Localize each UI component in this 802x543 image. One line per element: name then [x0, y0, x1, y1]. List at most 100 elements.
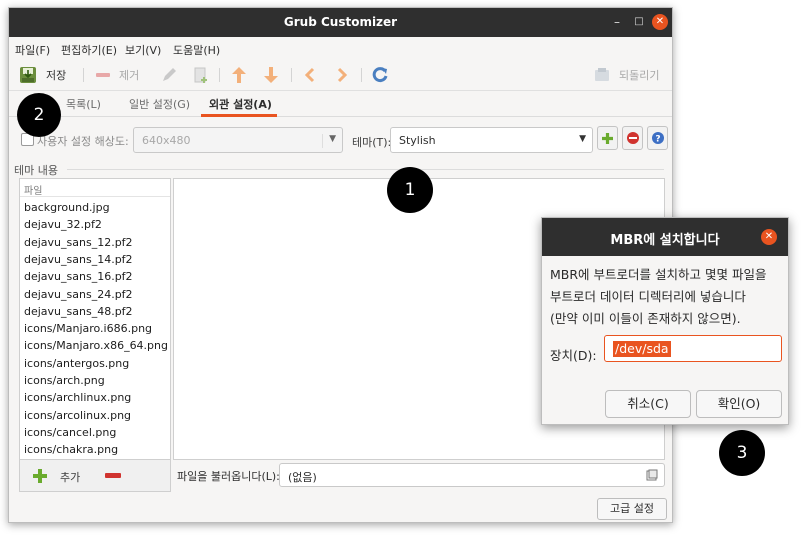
- edit-icon: [163, 68, 176, 81]
- resolution-value: 640x480: [142, 134, 191, 147]
- theme-value: Stylish: [399, 134, 436, 147]
- ok-button[interactable]: 확인(O): [696, 390, 782, 418]
- toolbar: 저장 제거 되돌리기: [9, 59, 672, 91]
- theme-file-list[interactable]: 파일 background.jpg dejavu_32.pf2 dejavu_san…: [19, 178, 171, 460]
- add-theme-button[interactable]: [597, 126, 618, 150]
- minimize-button[interactable]: –: [609, 14, 625, 30]
- left-arrow-icon: [304, 67, 315, 83]
- dialog-message-line: (만약 이미 이들이 존재하지 않으면).: [550, 311, 741, 326]
- add-file-label[interactable]: 추가: [60, 469, 80, 485]
- chevron-down-icon: ▼: [579, 134, 586, 144]
- dialog-title: MBR에 설치합니다: [610, 233, 720, 248]
- load-file-chooser[interactable]: (없음): [279, 463, 665, 487]
- chevron-down-icon: ▼: [322, 134, 336, 148]
- file-list-item[interactable]: icons/arch.png: [24, 374, 105, 387]
- save-button[interactable]: 저장: [19, 66, 66, 84]
- move-down-button[interactable]: [263, 66, 279, 84]
- advanced-settings-button[interactable]: 고급 설정: [597, 498, 667, 520]
- file-list-item[interactable]: icons/antergos.png: [24, 357, 129, 370]
- toolbar-separator: [219, 68, 220, 82]
- file-browser-icon[interactable]: [646, 469, 658, 481]
- toolbar-separator: [361, 68, 362, 82]
- callout-1: 1: [387, 167, 433, 213]
- dialog-message: MBR에 부트로더를 설치하고 몇몇 파일을 부트로더 데이터 디렉터리에 넣습…: [550, 264, 786, 330]
- remove-label: 제거: [119, 69, 140, 82]
- right-arrow-icon: [337, 67, 348, 83]
- file-list-item[interactable]: icons/archlinux.png: [24, 391, 131, 404]
- new-file-button[interactable]: [193, 66, 209, 84]
- callout-3: 3: [719, 430, 765, 476]
- remove-button[interactable]: 제거: [95, 66, 139, 84]
- file-list-item[interactable]: dejavu_sans_16.pf2: [24, 270, 133, 283]
- menu-edit[interactable]: 편집하기(E): [61, 42, 117, 58]
- file-list-item[interactable]: dejavu_sans_24.pf2: [24, 288, 133, 301]
- edit-button[interactable]: [161, 66, 177, 84]
- active-tab-indicator: [201, 114, 277, 117]
- save-label: 저장: [46, 69, 67, 82]
- save-icon: [20, 67, 36, 83]
- window-titlebar[interactable]: Grub Customizer – □ ✕: [9, 8, 672, 37]
- close-button[interactable]: ✕: [652, 14, 668, 30]
- forbidden-icon: [626, 132, 639, 144]
- dialog-message-line: 부트로더 데이터 디렉터리에 넣습니다: [550, 289, 746, 304]
- cancel-button[interactable]: 취소(C): [605, 390, 691, 418]
- custom-resolution-label: 사용자 설정 해상도:: [37, 135, 129, 148]
- menu-help[interactable]: 도움말(H): [173, 42, 220, 58]
- load-file-label: 파일을 불러옵니다(L):: [177, 470, 280, 483]
- theme-combo[interactable]: Stylish ▼: [390, 127, 593, 153]
- file-list-actions: 추가: [19, 460, 171, 492]
- move-up-button[interactable]: [231, 66, 247, 84]
- up-arrow-icon: [232, 67, 246, 83]
- file-list-item[interactable]: icons/Manjaro.i686.png: [24, 322, 152, 335]
- frame-divider: [67, 169, 664, 170]
- file-list-item[interactable]: icons/arcolinux.png: [24, 409, 131, 422]
- tab-bar: 목록(L) 일반 설정(G) 외관 설정(A): [9, 91, 672, 117]
- resolution-combo[interactable]: 640x480 ▼: [133, 127, 343, 153]
- dialog-close-button[interactable]: ✕: [761, 229, 777, 245]
- device-input[interactable]: /dev/sda: [604, 335, 782, 362]
- toolbar-separator: [291, 68, 292, 82]
- remove-file-icon[interactable]: [104, 472, 122, 480]
- revert-icon: [595, 68, 609, 81]
- theme-contents-label: 테마 내용: [14, 164, 58, 177]
- plus-icon: [602, 132, 613, 144]
- help-icon: ?: [651, 132, 664, 145]
- tab-list[interactable]: 목록(L): [66, 96, 101, 112]
- file-list-item[interactable]: dejavu_sans_12.pf2: [24, 236, 133, 249]
- file-list-item[interactable]: icons/chakra.png: [24, 443, 118, 456]
- file-list-header[interactable]: 파일: [20, 179, 170, 197]
- revert-label: 되돌리기: [619, 69, 660, 82]
- move-left-button[interactable]: [303, 66, 317, 84]
- tab-appearance-settings[interactable]: 외관 설정(A): [209, 96, 272, 112]
- add-file-icon[interactable]: [32, 468, 48, 484]
- load-file-value: (없음): [288, 471, 317, 484]
- theme-help-button[interactable]: ?: [647, 126, 668, 150]
- file-list-item[interactable]: background.jpg: [24, 201, 110, 214]
- callout-2: 2: [17, 93, 61, 137]
- theme-label: 테마(T):: [352, 136, 392, 149]
- dialog-titlebar[interactable]: MBR에 설치합니다 ✕: [542, 218, 788, 256]
- install-to-mbr-dialog: MBR에 설치합니다 ✕ MBR에 부트로더를 설치하고 몇몇 파일을 부트로더…: [541, 217, 789, 425]
- menu-view[interactable]: 보기(V): [125, 42, 161, 58]
- file-list-item[interactable]: dejavu_sans_14.pf2: [24, 253, 133, 266]
- device-label: 장치(D):: [550, 348, 597, 363]
- remove-icon: [96, 73, 110, 77]
- remove-theme-button[interactable]: [622, 126, 643, 150]
- tab-general-settings[interactable]: 일반 설정(G): [129, 96, 190, 112]
- file-list-item[interactable]: icons/Manjaro.x86_64.png: [24, 339, 168, 352]
- revert-button[interactable]: 되돌리기: [593, 66, 659, 84]
- file-list-item[interactable]: dejavu_32.pf2: [24, 218, 102, 231]
- new-file-icon: [194, 67, 207, 83]
- resolution-theme-row: 사용자 설정 해상도: 640x480 ▼ 테마(T): Stylish ▼ ?: [9, 126, 672, 154]
- refresh-button[interactable]: [371, 66, 389, 84]
- menu-file[interactable]: 파일(F): [15, 42, 50, 58]
- window-title: Grub Customizer: [283, 15, 398, 29]
- svg-text:?: ?: [655, 135, 660, 145]
- device-value: /dev/sda: [613, 341, 671, 357]
- menu-bar: 파일(F) 편집하기(E) 보기(V) 도움말(H): [9, 37, 672, 59]
- file-list-item[interactable]: icons/cancel.png: [24, 426, 116, 439]
- move-right-button[interactable]: [335, 66, 349, 84]
- file-list-item[interactable]: dejavu_sans_48.pf2: [24, 305, 133, 318]
- maximize-button[interactable]: □: [631, 14, 647, 30]
- refresh-icon: [372, 67, 388, 83]
